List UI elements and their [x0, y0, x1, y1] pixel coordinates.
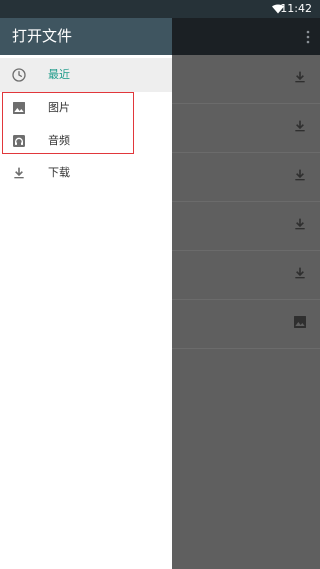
overflow-menu-icon[interactable]	[306, 30, 310, 44]
drawer-item-recent[interactable]: 最近	[0, 58, 172, 92]
download-icon	[292, 167, 308, 183]
highlight-box	[2, 92, 134, 154]
file-list	[172, 55, 320, 569]
list-item[interactable]	[172, 55, 320, 104]
download-icon	[292, 265, 308, 281]
drawer-header: 打开文件	[0, 18, 172, 55]
list-item[interactable]	[172, 300, 320, 349]
drawer-item-label: 最近	[48, 68, 70, 81]
download-icon	[11, 165, 27, 181]
list-item[interactable]	[172, 104, 320, 153]
drawer-title: 打开文件	[12, 27, 73, 45]
list-item[interactable]	[172, 251, 320, 300]
download-icon	[292, 118, 308, 134]
clock-icon	[11, 67, 27, 83]
status-bar: 11:42	[0, 0, 320, 18]
image-icon	[292, 314, 308, 330]
download-icon	[292, 69, 308, 85]
drawer-item-label: 下载	[48, 166, 70, 179]
drawer-item-downloads[interactable]: 下载	[0, 156, 172, 190]
list-item[interactable]	[172, 153, 320, 202]
app-toolbar	[172, 18, 320, 55]
status-time: 11:42	[280, 2, 312, 15]
download-icon	[292, 216, 308, 232]
list-item[interactable]	[172, 202, 320, 251]
